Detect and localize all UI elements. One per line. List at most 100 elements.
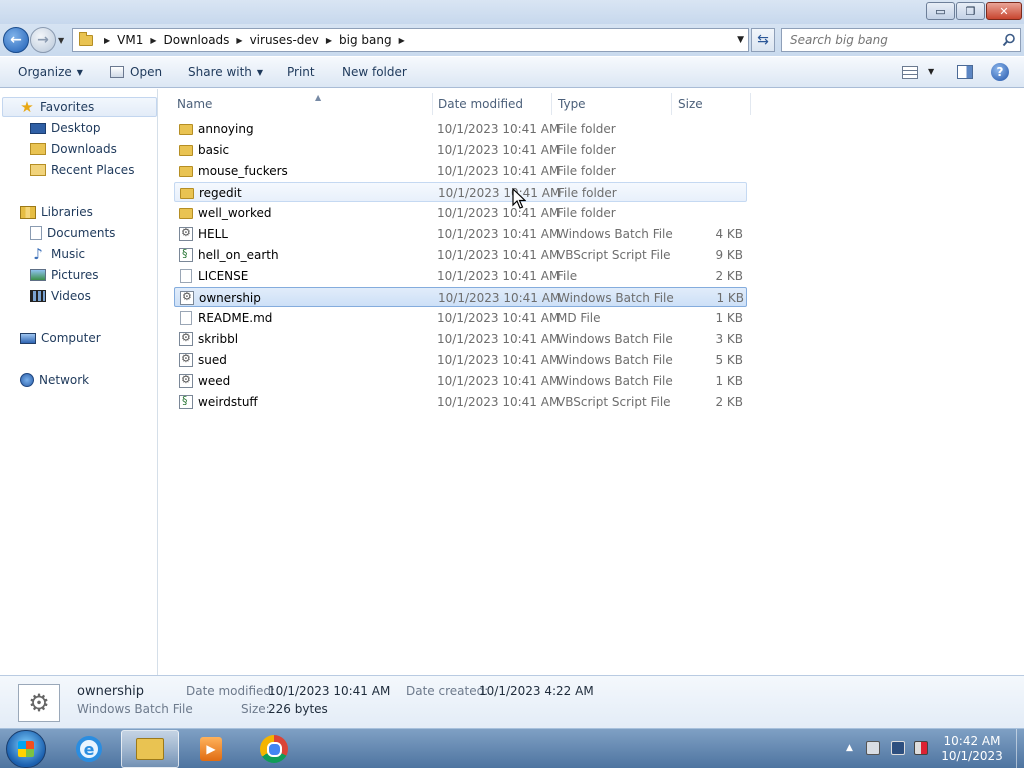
network-status-icon[interactable]: [891, 741, 905, 755]
file-row[interactable]: regedit 10/1/2023 10:41 AM File folder: [174, 182, 747, 202]
sidebar-item-label: Network: [39, 373, 90, 387]
breadcrumb-big-bang[interactable]: big bang: [339, 33, 392, 47]
show-desktop-button[interactable]: [1016, 729, 1024, 768]
chevron-right-icon[interactable]: ▶: [399, 36, 405, 45]
media-player-icon: ▶: [200, 737, 222, 761]
vbscript-file-icon: [179, 394, 193, 409]
file-row[interactable]: HELL 10/1/2023 10:41 AM Windows Batch Fi…: [174, 224, 747, 244]
search-box[interactable]: [781, 28, 1021, 52]
open-button[interactable]: Open: [110, 65, 162, 79]
sidebar-item-computer[interactable]: Computer: [20, 328, 101, 348]
libraries-icon: [20, 205, 36, 219]
back-button[interactable]: ←: [3, 27, 29, 53]
file-row[interactable]: weirdstuff 10/1/2023 10:41 AM VBScript S…: [174, 392, 747, 412]
file-row[interactable]: weed 10/1/2023 10:41 AM Windows Batch Fi…: [174, 371, 747, 391]
new-folder-button[interactable]: New folder: [342, 65, 407, 79]
folder-icon: [179, 208, 193, 219]
column-divider[interactable]: [551, 93, 552, 115]
sidebar-item-network[interactable]: Network: [20, 370, 89, 390]
file-row[interactable]: well_worked 10/1/2023 10:41 AM File fold…: [174, 203, 747, 223]
sidebar-item-libraries[interactable]: Libraries: [20, 202, 93, 222]
sidebar-item-favorites[interactable]: ★ Favorites: [2, 97, 157, 117]
file-size: 1 KB: [716, 291, 744, 305]
sidebar-item-recent-places[interactable]: Recent Places: [30, 160, 134, 180]
file-date: 10/1/2023 10:41 AM: [437, 332, 560, 346]
close-button[interactable]: ✕: [986, 2, 1022, 20]
file-date: 10/1/2023 10:41 AM: [437, 374, 560, 388]
sidebar-item-documents[interactable]: Documents: [30, 223, 115, 243]
address-bar[interactable]: ▶ VM1 ▶ Downloads ▶ viruses-dev ▶ big ba…: [72, 28, 749, 52]
breadcrumb-downloads[interactable]: Downloads: [164, 33, 230, 47]
sidebar-item-downloads[interactable]: Downloads: [30, 139, 117, 159]
search-icon[interactable]: [1002, 33, 1016, 47]
sidebar-item-videos[interactable]: Videos: [30, 286, 91, 306]
column-header-size[interactable]: Size: [678, 93, 748, 115]
column-divider[interactable]: [671, 93, 672, 115]
column-header-type[interactable]: Type: [558, 93, 673, 115]
file-row[interactable]: LICENSE 10/1/2023 10:41 AM File 2 KB: [174, 266, 747, 286]
share-with-button[interactable]: Share with ▼: [188, 65, 263, 79]
search-input[interactable]: [782, 29, 982, 51]
help-icon[interactable]: ?: [991, 63, 1009, 81]
chevron-right-icon[interactable]: ▶: [236, 36, 242, 45]
breadcrumb-viruses-dev[interactable]: viruses-dev: [250, 33, 319, 47]
file-row[interactable]: sued 10/1/2023 10:41 AM Windows Batch Fi…: [174, 350, 747, 370]
forward-button[interactable]: →: [30, 27, 56, 53]
column-header-date-modified[interactable]: Date modified: [438, 93, 553, 115]
taskbar-windows-explorer[interactable]: [121, 730, 179, 768]
folder-icon: [179, 124, 193, 135]
file-row[interactable]: basic 10/1/2023 10:41 AM File folder: [174, 140, 747, 160]
sidebar-item-pictures[interactable]: Pictures: [30, 265, 99, 285]
address-history-dropdown[interactable]: ▼: [737, 35, 744, 45]
recent-pages-dropdown[interactable]: ▼: [58, 36, 64, 45]
column-header-name[interactable]: Name ▲: [177, 93, 432, 115]
column-divider[interactable]: [432, 93, 433, 115]
file-row[interactable]: skribbl 10/1/2023 10:41 AM Windows Batch…: [174, 329, 747, 349]
volume-muted-icon[interactable]: [914, 741, 928, 755]
details-date-created-label: Date created:: [406, 684, 489, 698]
column-header-label: Size: [678, 97, 703, 111]
organize-label: Organize: [18, 65, 72, 79]
star-icon: ★: [20, 98, 34, 116]
file-size: 3 KB: [715, 332, 743, 346]
change-view-icon[interactable]: [902, 66, 918, 79]
file-row[interactable]: README.md 10/1/2023 10:41 AM MD File 1 K…: [174, 308, 747, 328]
file-name: sued: [198, 353, 227, 367]
minimize-button[interactable]: ▭: [926, 2, 955, 20]
sidebar-item-label: Favorites: [40, 100, 95, 114]
sidebar-item-music[interactable]: ♪ Music: [30, 244, 85, 264]
action-center-icon[interactable]: [866, 741, 880, 755]
file-row[interactable]: hell_on_earth 10/1/2023 10:41 AM VBScrip…: [174, 245, 747, 265]
share-with-label: Share with: [188, 65, 252, 79]
sidebar-item-desktop[interactable]: Desktop: [30, 118, 101, 138]
file-date: 10/1/2023 10:41 AM: [437, 122, 560, 136]
preview-pane-icon[interactable]: [957, 65, 973, 79]
chevron-right-icon[interactable]: ▶: [326, 36, 332, 45]
file-name: regedit: [199, 186, 242, 200]
taskbar-media-player[interactable]: ▶: [182, 730, 240, 768]
system-clock[interactable]: 10:42 AM 10/1/2023: [930, 734, 1014, 764]
file-row[interactable]: annoying 10/1/2023 10:41 AM File folder: [174, 119, 747, 139]
folder-icon: [179, 166, 193, 177]
start-button[interactable]: [6, 730, 46, 768]
batch-file-icon: [179, 373, 193, 388]
folder-icon: [79, 31, 93, 46]
sidebar-item-label: Recent Places: [51, 163, 135, 177]
organize-button[interactable]: Organize ▼: [18, 65, 83, 79]
file-size: 2 KB: [715, 395, 743, 409]
chevron-right-icon[interactable]: ▶: [150, 36, 156, 45]
taskbar-chrome[interactable]: [245, 730, 303, 768]
file-row[interactable]: ownership 10/1/2023 10:41 AM Windows Bat…: [174, 287, 747, 307]
refresh-button[interactable]: ⇆: [751, 28, 775, 52]
taskbar-internet-explorer[interactable]: e: [60, 730, 118, 768]
chevron-down-icon: ▼: [256, 67, 264, 77]
print-button[interactable]: Print: [287, 65, 315, 79]
maximize-button[interactable]: ❐: [956, 2, 985, 20]
show-hidden-icons-icon[interactable]: ▲: [846, 743, 853, 753]
file-type: Windows Batch File: [557, 332, 673, 346]
view-options-dropdown[interactable]: ▼: [928, 67, 934, 76]
chevron-right-icon[interactable]: ▶: [104, 36, 110, 45]
column-divider[interactable]: [750, 93, 751, 115]
breadcrumb-vm1[interactable]: VM1: [117, 33, 143, 47]
file-row[interactable]: mouse_fuckers 10/1/2023 10:41 AM File fo…: [174, 161, 747, 181]
